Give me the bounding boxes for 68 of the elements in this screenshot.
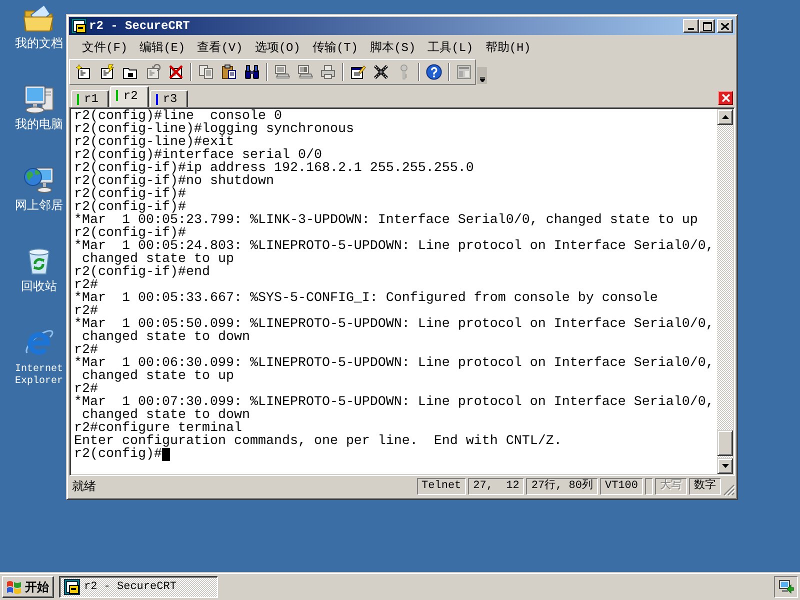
- menu-item[interactable]: 工具(L): [422, 36, 480, 58]
- menu-item[interactable]: 帮助(H): [479, 36, 537, 58]
- document-pencil-icon: [350, 64, 366, 80]
- flag-icon: [6, 580, 22, 594]
- close-button[interactable]: [717, 19, 733, 33]
- copy-icon: [198, 64, 214, 80]
- status-panel: VT100: [600, 478, 643, 495]
- page-cross-icon: [168, 64, 184, 80]
- scroll-down-button[interactable]: [717, 458, 733, 474]
- close-icon: [722, 94, 730, 102]
- app-icon: [71, 18, 87, 34]
- window-icon: [456, 64, 472, 80]
- close-icon: [721, 22, 729, 30]
- page-arrow-icon: [144, 64, 160, 80]
- status-panel: 27行, 80列: [526, 478, 598, 495]
- scroll-up-button[interactable]: [717, 109, 733, 125]
- minimize-icon: [688, 28, 694, 30]
- menu-item[interactable]: 文件(F): [76, 36, 134, 58]
- close-tab-button[interactable]: [718, 91, 733, 105]
- printer-icon: [320, 64, 336, 80]
- app-icon: [64, 579, 80, 595]
- desktop-shortcut[interactable]: 回收站: [21, 245, 57, 294]
- screen-printer-icon: [274, 64, 290, 80]
- toolbar-overflow-button[interactable]: [477, 67, 487, 84]
- clipboard-icon: [220, 64, 236, 80]
- desktop-shortcut[interactable]: 网上邻居: [15, 164, 63, 213]
- window-title: r2 - SecureCRT: [89, 19, 190, 33]
- help-icon: [426, 64, 442, 80]
- key-indicator: 数字: [689, 478, 721, 495]
- resize-grip-icon[interactable]: [723, 484, 735, 496]
- terminal-line: r2(config-if)#end: [74, 265, 210, 280]
- desktop-shortcut[interactable]: 我的文档: [15, 2, 63, 51]
- desktop-shortcut[interactable]: 我的电脑: [15, 83, 63, 132]
- session-tab[interactable]: r2: [110, 86, 149, 107]
- page-sparkle-icon: [76, 64, 92, 80]
- maximize-icon: [702, 22, 712, 30]
- window-printer-icon: [296, 64, 312, 80]
- menu-item[interactable]: 选项(O): [248, 36, 306, 58]
- status-text: 就绪: [72, 479, 96, 495]
- up-arrow-icon: [722, 115, 728, 119]
- menu-item[interactable]: 查看(V): [191, 36, 249, 58]
- start-button[interactable]: 开始: [2, 576, 54, 598]
- scrollbar-thumb[interactable]: [717, 430, 733, 456]
- menu-item[interactable]: 脚本(S): [364, 36, 422, 58]
- binoculars-icon: [244, 64, 260, 80]
- terminal-line: changed state to down: [82, 330, 250, 345]
- computer-arrow-icon[interactable]: [778, 579, 794, 595]
- taskbar-button[interactable]: r2 - SecureCRT: [59, 576, 218, 598]
- terminal-line: r2(config)#: [74, 447, 162, 462]
- down-arrow-icon: [722, 464, 728, 468]
- empty-status-panel: [645, 478, 653, 495]
- status-panel: 27, 12: [468, 478, 524, 495]
- key-indicator: 大写: [655, 478, 687, 495]
- maximize-button[interactable]: [699, 19, 715, 33]
- terminal-line: changed state to up: [82, 369, 234, 384]
- chevron-down-icon: [480, 77, 484, 82]
- desktop-shortcut[interactable]: Internet Explorer: [10, 326, 68, 388]
- session-tab[interactable]: r1: [71, 90, 110, 107]
- session-tab[interactable]: r3: [150, 90, 188, 107]
- minimize-button[interactable]: [683, 19, 699, 33]
- menu-item[interactable]: 编辑(E): [134, 36, 192, 58]
- block-cursor-icon: [162, 448, 170, 461]
- status-panel: Telnet: [416, 478, 466, 495]
- menu-item[interactable]: 传输(T): [306, 36, 364, 58]
- terminal-line: *Mar 1 00:05:33.667: %SYS-5-CONFIG_I: Configured from console by console: [74, 291, 658, 306]
- page-bolt-icon: [98, 64, 114, 80]
- computer-icon: [23, 83, 55, 115]
- crossed-tools-icon: [372, 64, 388, 80]
